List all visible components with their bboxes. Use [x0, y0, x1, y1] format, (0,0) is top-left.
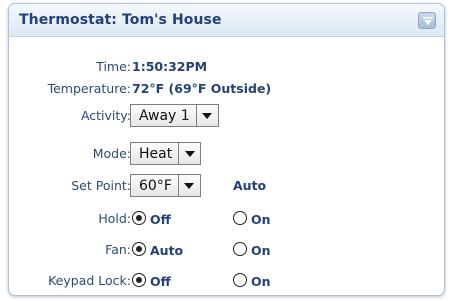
triangle-down-icon: [178, 143, 200, 164]
fan-auto-radio[interactable]: Auto: [132, 238, 183, 260]
temperature-value: 72°F (69°F Outside): [132, 81, 272, 96]
fan-auto-label: Auto: [150, 243, 184, 258]
triangle-down-icon: [195, 105, 218, 126]
keypad-lock-off-label: Off: [150, 274, 171, 289]
keypad-lock-on-label: On: [251, 274, 271, 289]
time-row: Time: 1:50:32PM: [9, 55, 444, 79]
chevron-down-icon: [423, 17, 433, 25]
set-point-label: Set Point:: [71, 178, 131, 193]
panel-header: Thermostat: Tom's House: [9, 4, 444, 37]
hold-on-label: On: [251, 212, 271, 227]
activity-label: Activity:: [80, 108, 131, 123]
hold-row: Hold: Off On: [9, 207, 444, 231]
fan-on-label: On: [251, 243, 271, 258]
set-point-auto-text: Auto: [233, 178, 267, 193]
fan-row: Fan: Auto On: [9, 238, 444, 262]
triangle-down-icon: [177, 175, 200, 196]
radio-checked-icon: [132, 273, 146, 287]
radio-unchecked-icon: [233, 211, 247, 225]
temperature-row: Temperature: 72°F (69°F Outside): [9, 77, 444, 101]
mode-select-value: Heat: [139, 145, 173, 162]
thermostat-panel: Thermostat: Tom's House Time: 1:50:32PM …: [8, 3, 445, 296]
collapse-button[interactable]: [418, 12, 436, 29]
mode-label: Mode:: [92, 146, 131, 161]
activity-select[interactable]: Away 1: [130, 104, 219, 127]
hold-off-radio[interactable]: Off: [132, 207, 171, 229]
radio-unchecked-icon: [233, 273, 247, 287]
activity-select-value: Away 1: [139, 107, 190, 124]
activity-row: Activity: Away 1: [9, 104, 444, 128]
time-value: 1:50:32PM: [132, 59, 208, 74]
radio-checked-icon: [132, 242, 146, 256]
set-point-row: Set Point: 60°F Auto: [9, 174, 444, 198]
hold-label: Hold:: [98, 211, 131, 226]
mode-row: Mode: Heat: [9, 142, 444, 166]
set-point-select[interactable]: 60°F: [130, 174, 201, 197]
temperature-label: Temperature:: [47, 81, 131, 96]
mode-select[interactable]: Heat: [130, 142, 202, 165]
radio-unchecked-icon: [233, 242, 247, 256]
time-label: Time:: [96, 59, 131, 74]
panel-title: Thermostat: Tom's House: [19, 12, 222, 28]
hold-off-label: Off: [150, 212, 171, 227]
keypad-lock-on-radio[interactable]: On: [233, 269, 271, 291]
hold-on-radio[interactable]: On: [233, 207, 271, 229]
radio-checked-icon: [132, 211, 146, 225]
set-point-select-value: 60°F: [139, 177, 172, 194]
fan-label: Fan:: [105, 242, 131, 257]
keypad-lock-off-radio[interactable]: Off: [132, 269, 171, 291]
keypad-lock-row: Keypad Lock: Off On: [9, 269, 444, 293]
keypad-lock-label: Keypad Lock:: [48, 273, 131, 288]
fan-on-radio[interactable]: On: [233, 238, 271, 260]
